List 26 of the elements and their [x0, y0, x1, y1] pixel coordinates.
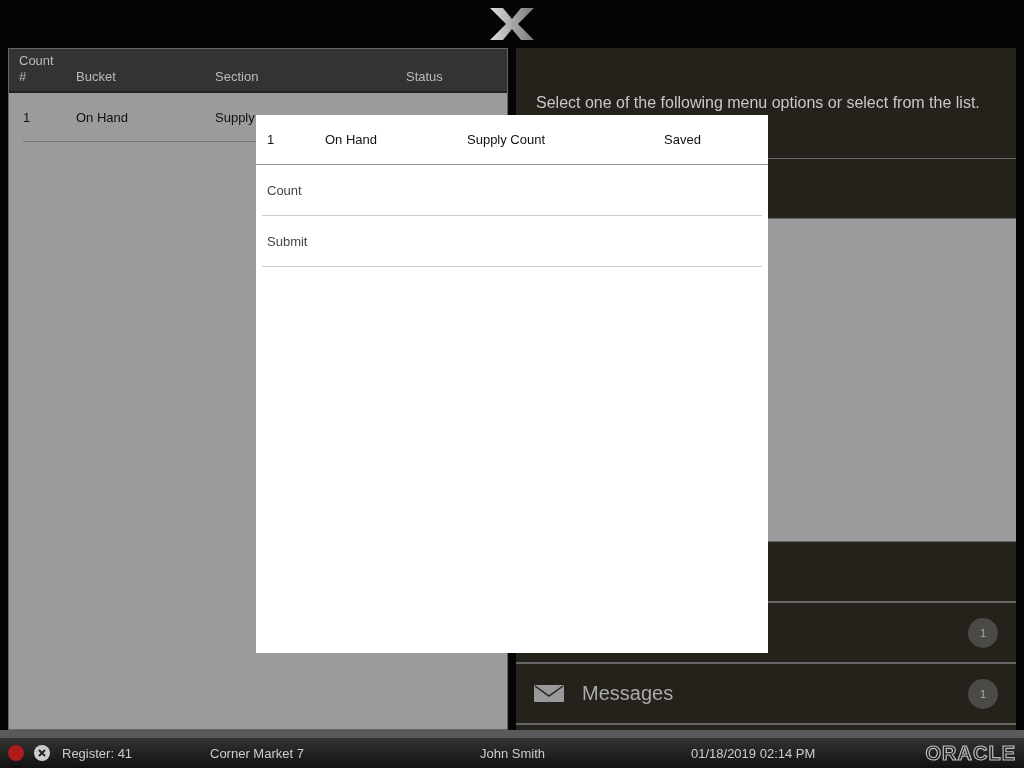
table-cell-text: Saved [664, 132, 702, 147]
brand-logo: ORACLE [925, 741, 1016, 765]
status-dot [8, 745, 24, 761]
column-header: Bucket [76, 69, 117, 85]
x-logo-icon [490, 8, 534, 40]
table-cell-text: On Hand [76, 109, 130, 125]
count-badge: 1 [968, 617, 998, 648]
table-cell-text: Supply Count [467, 132, 547, 147]
table-cell-text: 1 [267, 132, 276, 147]
option-item[interactable]: Count [262, 165, 762, 216]
column-header: Section [215, 69, 260, 85]
table-cell-text: On Hand [325, 132, 379, 147]
prompt-text: Select one of the following menu options or select from the list. [536, 94, 980, 112]
store-name: Corner Market 7 [210, 745, 305, 761]
register-label: Register: 41 [62, 745, 134, 761]
option-item[interactable]: Submit [262, 216, 762, 267]
column-header: Status [406, 69, 444, 85]
close-icon[interactable] [34, 745, 50, 761]
column-header: Count # [19, 53, 55, 85]
count-badge: 1 [968, 678, 998, 709]
envelope-icon [534, 685, 564, 702]
date-time: 01/18/2019 02:14 PM [691, 745, 816, 761]
menu-item[interactable]: Messages 1 [516, 663, 1016, 724]
table-cell-text: Supply [215, 109, 256, 125]
table-cell-text: 1 [23, 109, 32, 125]
user-name: John Smith [480, 745, 547, 761]
